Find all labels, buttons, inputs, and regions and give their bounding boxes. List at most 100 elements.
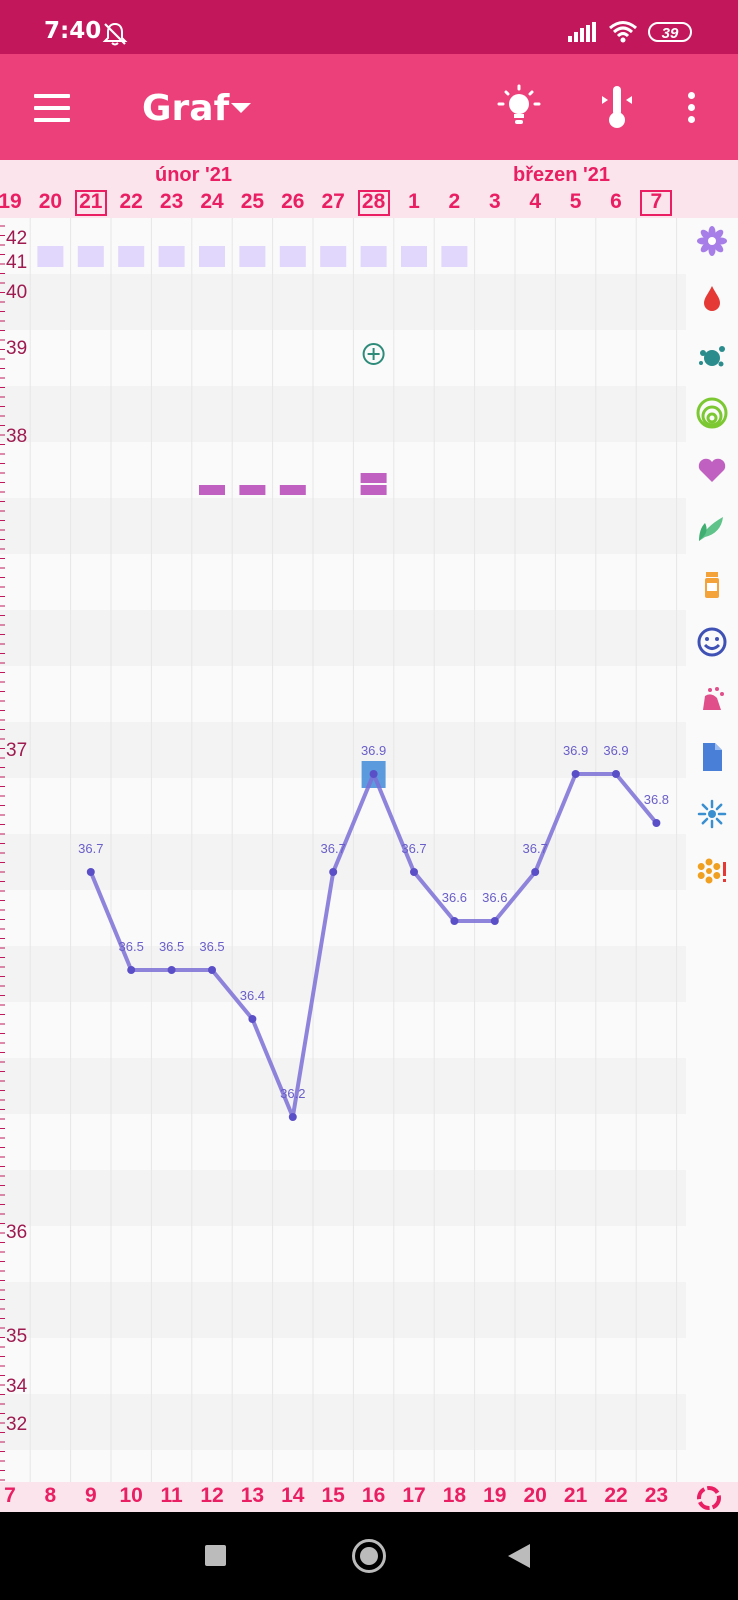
sparkle-icon[interactable]	[695, 797, 729, 831]
cycle-day-label: 20	[523, 1484, 547, 1507]
temperature-point	[127, 966, 136, 974]
day-header[interactable]: 27	[319, 190, 347, 214]
back-button[interactable]	[508, 1544, 530, 1568]
y-axis-label: 40	[6, 282, 27, 303]
heart-icon[interactable]	[695, 453, 729, 487]
cycle-day-label: 23	[644, 1484, 669, 1507]
blood-drop-icon[interactable]	[695, 281, 729, 315]
menu-icon[interactable]	[34, 94, 70, 122]
grid-band	[0, 330, 686, 386]
temperature-label: 36.9	[603, 743, 628, 758]
mucus-marker	[360, 485, 387, 495]
grid-band	[0, 498, 686, 554]
day-header[interactable]: 2	[440, 190, 468, 214]
home-button[interactable]	[352, 1539, 386, 1573]
navigation-bar	[0, 1512, 738, 1600]
temperature-label: 36.5	[159, 939, 184, 954]
temperature-point	[571, 770, 580, 778]
chevron-down-icon[interactable]	[231, 103, 251, 113]
cycle-day-label: 13	[240, 1484, 265, 1507]
period-marker	[401, 246, 427, 267]
recent-apps-button[interactable]	[205, 1545, 226, 1566]
y-axis-label: 34	[6, 1376, 28, 1397]
day-header[interactable]: 6	[602, 190, 630, 214]
temperature-label: 36.6	[482, 890, 507, 905]
temperature-label: 36.5	[199, 939, 224, 954]
lightbulb-icon[interactable]	[497, 84, 541, 130]
temperature-point	[208, 966, 216, 974]
cycle-day-label: 9	[84, 1484, 97, 1507]
temperature-label: 36.9	[563, 743, 588, 758]
period-marker	[441, 246, 468, 267]
temperature-point	[288, 1113, 297, 1121]
document-icon[interactable]	[695, 740, 729, 774]
temperature-point	[450, 917, 459, 925]
cycle-day-label: 14	[281, 1484, 305, 1507]
y-axis-label: 37	[6, 740, 27, 761]
temperature-label: 36.7	[321, 841, 346, 856]
grid-band	[0, 386, 686, 442]
day-header[interactable]: 26	[279, 190, 307, 214]
smiley-icon[interactable]	[695, 625, 729, 659]
day-header[interactable]: 3	[481, 190, 509, 214]
temperature-label: 36.7	[523, 841, 548, 856]
status-bar: 7:40 39	[0, 0, 738, 54]
day-header[interactable]: 20	[36, 190, 64, 214]
mucus-marker	[239, 485, 266, 495]
page-title[interactable]: Graf	[142, 88, 229, 129]
cycle-day-label: 8	[44, 1484, 57, 1507]
cycle-day-label: 22	[604, 1484, 628, 1507]
wifi-icon	[609, 21, 637, 43]
cycle-ring-icon[interactable]	[695, 1484, 723, 1512]
temperature-label: 36.8	[644, 792, 669, 807]
day-header[interactable]: 1	[400, 190, 428, 214]
grid-band	[0, 1450, 686, 1482]
splash-icon[interactable]	[695, 339, 729, 373]
flower-icon[interactable]	[695, 224, 729, 258]
day-header[interactable]: 24	[198, 190, 226, 214]
month-label: únor '21	[155, 164, 232, 186]
temperature-point	[410, 868, 418, 876]
temperature-label: 36.4	[240, 988, 265, 1003]
temperature-label: 36.7	[78, 841, 103, 856]
temperature-point	[369, 770, 378, 778]
day-header[interactable]: 23	[158, 190, 186, 214]
status-time: 7:40	[44, 18, 102, 44]
day-header[interactable]: 19	[0, 190, 24, 214]
temperature-point	[86, 868, 95, 876]
grid-band	[0, 778, 686, 834]
signal-icon	[568, 22, 596, 42]
day-header[interactable]: 7	[640, 190, 673, 216]
grid-band	[0, 442, 686, 498]
temperature-label: 36.9	[361, 743, 386, 758]
grid-band	[0, 1170, 686, 1226]
thermometer-icon[interactable]	[600, 84, 634, 132]
hand-icon[interactable]	[695, 682, 729, 716]
day-header[interactable]: 22	[117, 190, 145, 214]
day-header[interactable]: 4	[521, 190, 549, 214]
grid-band	[0, 1058, 686, 1114]
mucus-marker	[199, 485, 225, 495]
month-label: březen '21	[513, 164, 611, 186]
day-header[interactable]: 25	[238, 190, 266, 214]
more-options-icon[interactable]	[688, 92, 698, 128]
temperature-label: 36.2	[280, 1086, 305, 1101]
pill-bottle-icon[interactable]	[695, 568, 729, 602]
temperature-chart[interactable]: 42 41 40 39 38 37 36 35 34 32 36.7 36.5 36.5 36.5 36.4…	[0, 218, 686, 1482]
temperature-point	[531, 868, 540, 876]
mucus-marker	[360, 473, 387, 483]
day-header[interactable]: 28	[357, 190, 390, 216]
period-marker	[37, 246, 64, 267]
temperature-label: 36.6	[442, 890, 467, 905]
grid-band	[0, 1282, 686, 1338]
y-axis-label: 36	[6, 1222, 27, 1243]
battery-indicator: 39	[648, 22, 692, 42]
temperature-point	[248, 1015, 257, 1023]
day-header[interactable]: 21	[74, 190, 107, 216]
muted-bell-icon	[102, 22, 128, 46]
flower-alert-icon[interactable]	[695, 854, 729, 888]
leaf-icon[interactable]	[695, 511, 729, 545]
cervix-rings-icon[interactable]	[695, 396, 729, 430]
day-header[interactable]: 5	[562, 190, 590, 214]
y-axis-label: 38	[6, 426, 27, 447]
